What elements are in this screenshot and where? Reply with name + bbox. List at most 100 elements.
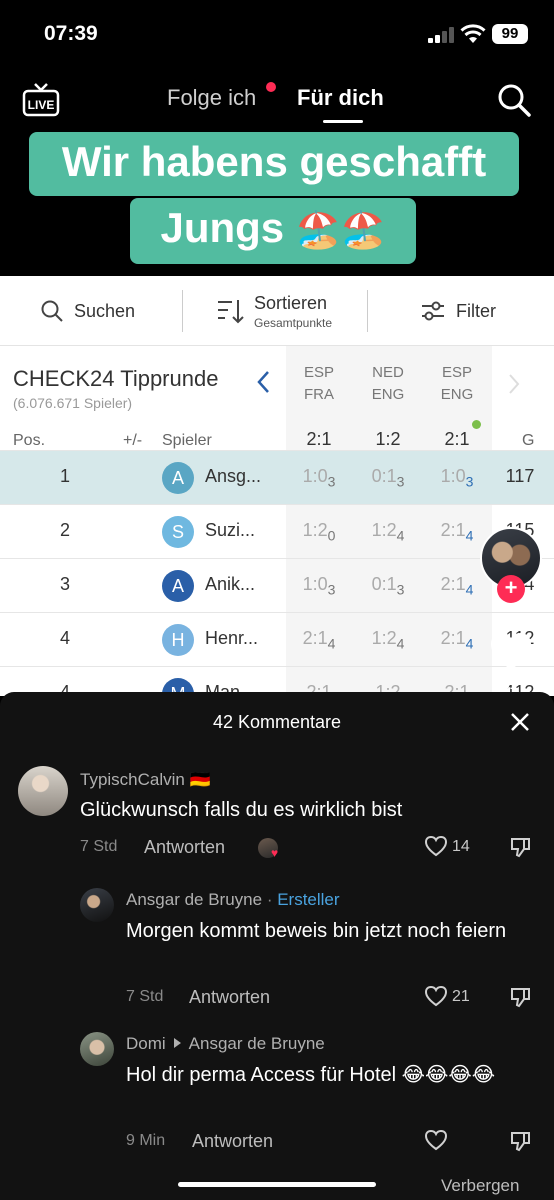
filter-icon [422, 301, 444, 321]
reply-to-username[interactable]: Ansgar de Bruyne [189, 1034, 325, 1053]
tip-points: 4 [396, 635, 405, 652]
heart-icon[interactable] [490, 632, 532, 672]
player-tip: 2:14 [422, 628, 492, 652]
follow-plus-button[interactable]: + [497, 575, 525, 603]
sort-icon [218, 300, 244, 324]
live-icon[interactable]: LIVE [22, 82, 60, 118]
tip-points: 4 [327, 635, 336, 652]
chevron-right-icon [509, 374, 520, 394]
cellular-signal-icon [428, 27, 456, 43]
table-row: 2SSuzi...1:201:242:14115 [0, 504, 554, 558]
player-tip: 2:14 [422, 520, 492, 544]
comment-username[interactable]: TypischCalvin 🇩🇪 [80, 770, 211, 790]
comment-text: Hol dir perma Access für Hotel 😂😂😂😂 [126, 1064, 496, 1086]
reply-button[interactable]: Antworten [189, 987, 270, 1008]
reply-button[interactable]: Antworten [144, 837, 225, 858]
creator-badge: Ersteller [277, 890, 340, 909]
tip-score: 1:2 [371, 520, 397, 540]
player-tip: 0:13 [353, 574, 423, 598]
match-result: 1:2 [375, 429, 401, 449]
match-home: NED [372, 364, 404, 381]
avatar[interactable] [80, 888, 114, 922]
tip-score: 2:1 [440, 520, 466, 540]
row-position: 2 [59, 520, 70, 540]
toolbar-divider [182, 290, 183, 332]
match-away: ENG [371, 386, 405, 403]
player-avatar: A [162, 570, 194, 602]
column-header-player: Spieler [162, 432, 212, 449]
column-header-diff: +/- [123, 432, 143, 449]
heart-outline-icon[interactable] [424, 985, 448, 1007]
dislike-icon[interactable] [509, 1130, 531, 1152]
tip-score: 2:1 [440, 628, 466, 648]
match-result: 2:1 [444, 429, 470, 449]
tip-score: 0:1 [371, 574, 397, 594]
avatar[interactable] [80, 1032, 114, 1066]
comment-like-count: 14 [452, 838, 470, 855]
player-name: Anik... [205, 574, 256, 594]
sort-text: Sortieren Gesamtpunkte [254, 293, 332, 330]
player-tip: 2:14 [422, 574, 492, 598]
tip-score: 1:0 [440, 466, 466, 486]
player-tip: 2:14 [284, 628, 354, 652]
player-points: 117 [505, 466, 535, 486]
comment-text: Morgen kommt beweis bin jetzt noch feier… [126, 920, 507, 942]
search-icon[interactable] [496, 82, 532, 118]
wifi-icon [460, 24, 486, 43]
reply-to-arrow-icon [173, 1038, 181, 1048]
dislike-icon[interactable] [509, 986, 531, 1008]
heart-outline-icon[interactable] [424, 835, 448, 857]
comment-time: 9 Min [126, 1132, 166, 1149]
tab-following[interactable]: Folge ich [167, 85, 256, 111]
comment-username[interactable]: Domi [126, 1034, 166, 1053]
chevron-left-icon [257, 371, 269, 393]
home-indicator[interactable] [178, 1182, 376, 1187]
player-avatar: S [162, 516, 194, 548]
comment-username[interactable]: Ansgar de Bruyne [126, 890, 262, 909]
battery-indicator: 99 [492, 24, 528, 44]
status-bar: 07:39 99 [0, 0, 554, 70]
top-nav: LIVE Folge ich Für dich [0, 70, 554, 132]
avatar[interactable] [18, 766, 68, 816]
svg-text:LIVE: LIVE [28, 98, 55, 112]
tip-points: 0 [327, 527, 336, 544]
player-tip: 1:03 [284, 574, 354, 598]
table-row: 3AAnik...1:030:132:14114 [0, 558, 554, 612]
heart-outline-icon[interactable] [424, 1129, 448, 1151]
match-away: ENG [440, 386, 474, 403]
reply-button[interactable]: Antworten [192, 1131, 273, 1152]
hide-comments-button[interactable]: Verbergen [441, 1176, 519, 1196]
active-tab-indicator [323, 120, 363, 123]
tip-score: 1:0 [302, 466, 328, 486]
comment-time: 7 Std [126, 988, 164, 1005]
notification-dot [266, 82, 276, 92]
player-name: Suzi... [205, 520, 256, 540]
league-title: CHECK24 Tipprunde [13, 366, 219, 391]
creator-liked-heart-icon: ♥ [271, 846, 279, 860]
comment-username-row: Domi Ansgar de Bruyne [126, 1034, 325, 1054]
match-home: ESP [441, 364, 472, 381]
tip-score: 2:1 [302, 628, 328, 648]
live-status-dot [472, 420, 481, 429]
caption-emoji: 🏖️🏖️ [295, 209, 386, 250]
video-content-tipprunde[interactable]: Suchen Sortieren Gesamtpunkte Filter CHE… [0, 276, 554, 696]
app-filter-button: Filter [420, 276, 496, 346]
close-icon[interactable] [510, 712, 530, 732]
tip-score: 1:0 [302, 574, 328, 594]
tip-points: 4 [465, 635, 474, 652]
status-time: 07:39 [44, 22, 98, 45]
match-result: 2:1 [306, 429, 332, 449]
tip-score: 2:1 [440, 574, 466, 594]
app-search-icon [41, 300, 63, 322]
player-tip: 1:20 [284, 520, 354, 544]
player-tip: 1:24 [353, 520, 423, 544]
app-filter-label: Filter [456, 300, 496, 321]
table-row: 1 A Ansg... 1:03 0:13 1:03 117 [0, 450, 554, 504]
tip-points: 3 [396, 581, 405, 598]
player-tip: 1:03 [284, 466, 354, 490]
dislike-icon[interactable] [509, 836, 531, 858]
tab-for-you[interactable]: Für dich [297, 85, 384, 111]
player-name: Ansg... [205, 466, 262, 486]
tip-score: 1:2 [371, 628, 397, 648]
tip-points: 3 [396, 473, 405, 490]
